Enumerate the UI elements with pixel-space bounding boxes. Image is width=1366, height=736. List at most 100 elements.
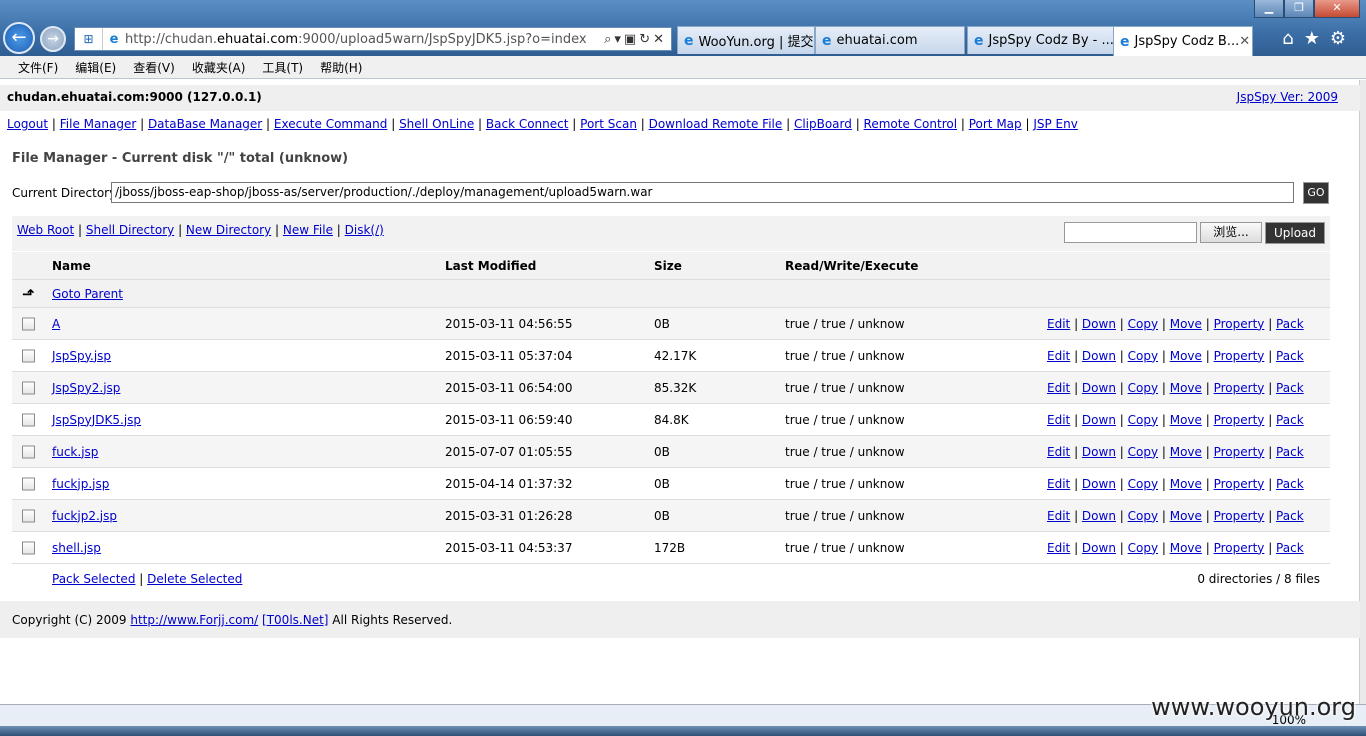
file-action-link[interactable]: Down [1082, 381, 1116, 395]
browse-button[interactable]: 浏览... [1200, 222, 1262, 243]
file-name-link[interactable]: fuckjp.jsp [52, 477, 109, 491]
file-action-link[interactable]: Down [1082, 317, 1116, 331]
browser-tab[interactable]: e WooYun.org | 提交... [677, 26, 815, 54]
file-checkbox[interactable] [22, 509, 35, 522]
delete-selected-link[interactable]: Delete Selected [147, 572, 242, 586]
file-action-link[interactable]: Pack [1276, 445, 1304, 459]
nav-link[interactable]: Shell OnLine [399, 117, 474, 131]
nav-link[interactable]: Execute Command [274, 117, 387, 131]
file-action-link[interactable]: Property [1214, 477, 1265, 491]
file-action-link[interactable]: Property [1214, 509, 1265, 523]
address-url[interactable]: http://chudan.ehuatai.com:9000/upload5wa… [125, 32, 597, 47]
browser-tab[interactable]: e ehuatai.com [815, 26, 965, 54]
file-action-link[interactable]: Property [1214, 413, 1265, 427]
file-action-link[interactable]: Pack [1276, 413, 1304, 427]
file-action-link[interactable]: Move [1170, 317, 1202, 331]
file-action-link[interactable]: Pack [1276, 349, 1304, 363]
address-bar[interactable]: ⊞ e http://chudan.ehuatai.com:9000/uploa… [74, 27, 672, 51]
minimize-icon[interactable]: ▁ [1254, 0, 1284, 18]
file-tool-link[interactable]: Web Root [17, 223, 74, 237]
file-name-link[interactable]: JspSpy2.jsp [52, 381, 120, 395]
file-action-link[interactable]: Down [1082, 509, 1116, 523]
file-action-link[interactable]: Property [1214, 381, 1265, 395]
file-action-link[interactable]: Property [1214, 317, 1265, 331]
vertical-scrollbar[interactable] [1360, 80, 1366, 704]
file-action-link[interactable]: Edit [1047, 477, 1070, 491]
file-action-link[interactable]: Edit [1047, 509, 1070, 523]
browser-tab[interactable]: e JspSpy Codz B... ✕ [1113, 26, 1253, 56]
file-action-link[interactable]: Move [1170, 445, 1202, 459]
file-action-link[interactable]: Down [1082, 541, 1116, 555]
file-action-link[interactable]: Edit [1047, 317, 1070, 331]
t00ls-link[interactable]: [T00ls.Net] [262, 613, 328, 627]
file-action-link[interactable]: Edit [1047, 445, 1070, 459]
file-action-link[interactable]: Down [1082, 477, 1116, 491]
current-directory-input[interactable]: /jboss/jboss-eap-shop/jboss-as/server/pr… [111, 182, 1294, 203]
file-action-link[interactable]: Copy [1128, 477, 1158, 491]
file-action-link[interactable]: Down [1082, 445, 1116, 459]
maximize-icon[interactable]: ❐ [1284, 0, 1314, 18]
menu-item[interactable]: 帮助(H) [320, 59, 362, 76]
file-action-link[interactable]: Copy [1128, 541, 1158, 555]
file-checkbox[interactable] [22, 381, 35, 394]
upload-file-input[interactable] [1064, 222, 1197, 243]
close-icon[interactable]: ✕ [1314, 0, 1360, 18]
page-icon[interactable]: ⊞ [75, 28, 103, 50]
back-arrow-icon[interactable]: ← [3, 22, 35, 54]
menu-item[interactable]: 收藏夹(A) [192, 59, 246, 76]
file-tool-link[interactable]: New File [283, 223, 333, 237]
forjj-link[interactable]: http://www.Forjj.com/ [130, 613, 258, 627]
nav-link[interactable]: Download Remote File [649, 117, 783, 131]
file-checkbox[interactable] [22, 477, 35, 490]
file-action-link[interactable]: Move [1170, 509, 1202, 523]
file-action-link[interactable]: Down [1082, 349, 1116, 363]
file-action-link[interactable]: Edit [1047, 381, 1070, 395]
nav-link[interactable]: Remote Control [864, 117, 958, 131]
file-action-link[interactable]: Pack [1276, 541, 1304, 555]
file-tool-link[interactable]: Shell Directory [86, 223, 174, 237]
file-action-link[interactable]: Pack [1276, 509, 1304, 523]
upload-button[interactable]: Upload [1265, 222, 1325, 244]
file-checkbox[interactable] [22, 413, 35, 426]
nav-link[interactable]: Port Scan [580, 117, 637, 131]
file-action-link[interactable]: Down [1082, 413, 1116, 427]
file-action-link[interactable]: Property [1214, 349, 1265, 363]
file-name-link[interactable]: JspSpy.jsp [52, 349, 111, 363]
version-link[interactable]: JspSpy Ver: 2009 [1237, 90, 1338, 104]
nav-link[interactable]: Port Map [969, 117, 1022, 131]
browser-tab[interactable]: e JspSpy Codz By - ... [967, 26, 1115, 54]
go-button[interactable]: GO [1303, 182, 1329, 204]
file-action-link[interactable]: Move [1170, 413, 1202, 427]
file-action-link[interactable]: Move [1170, 381, 1202, 395]
file-action-link[interactable]: Copy [1128, 509, 1158, 523]
file-action-link[interactable]: Edit [1047, 541, 1070, 555]
file-checkbox[interactable] [22, 445, 35, 458]
nav-link[interactable]: Logout [7, 117, 48, 131]
nav-link[interactable]: ClipBoard [794, 117, 852, 131]
file-name-link[interactable]: A [52, 317, 60, 331]
nav-link[interactable]: File Manager [60, 117, 137, 131]
file-action-link[interactable]: Move [1170, 349, 1202, 363]
pack-selected-link[interactable]: Pack Selected [52, 572, 135, 586]
file-action-link[interactable]: Copy [1128, 317, 1158, 331]
file-checkbox[interactable] [22, 317, 35, 330]
file-action-link[interactable]: Edit [1047, 349, 1070, 363]
file-checkbox[interactable] [22, 541, 35, 554]
file-action-link[interactable]: Pack [1276, 317, 1304, 331]
nav-link[interactable]: JSP Env [1033, 117, 1078, 131]
file-action-link[interactable]: Copy [1128, 413, 1158, 427]
file-action-link[interactable]: Pack [1276, 477, 1304, 491]
file-name-link[interactable]: fuckjp2.jsp [52, 509, 117, 523]
file-action-link[interactable]: Copy [1128, 445, 1158, 459]
menu-item[interactable]: 文件(F) [18, 59, 58, 76]
file-action-link[interactable]: Property [1214, 541, 1265, 555]
file-name-link[interactable]: JspSpyJDK5.jsp [52, 413, 141, 427]
forward-arrow-icon[interactable]: → [40, 26, 66, 52]
goto-parent-link[interactable]: Goto Parent [52, 287, 123, 301]
file-action-link[interactable]: Pack [1276, 381, 1304, 395]
file-tool-link[interactable]: New Directory [186, 223, 271, 237]
file-action-link[interactable]: Move [1170, 541, 1202, 555]
file-checkbox[interactable] [22, 349, 35, 362]
address-tools[interactable]: ⌕▾▣↻✕ [597, 32, 671, 47]
toolbar-right-icons[interactable]: ⌂★⚙ [1282, 28, 1356, 49]
